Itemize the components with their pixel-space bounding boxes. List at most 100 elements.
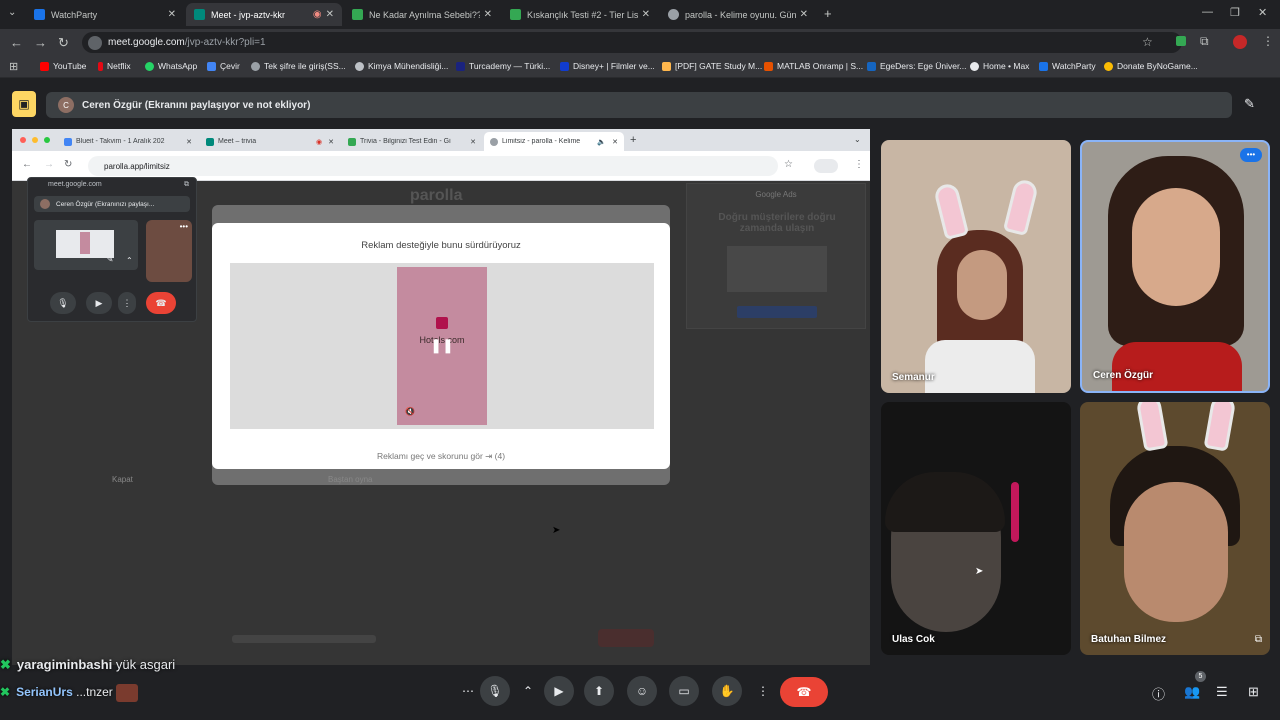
activities-grid-icon[interactable]: ⊞	[1248, 684, 1259, 700]
bookmark-label: Home • Max	[983, 61, 1030, 71]
tab-meet[interactable]: Meet - jvp-aztv-kkr ◉ ✕	[186, 3, 342, 26]
shared-tab: Trivia - Bilginizi Test Edin - Gi ✕	[342, 132, 482, 151]
shared-url-text: parolla.app/limitsiz	[104, 161, 170, 171]
watchparty-icon	[34, 9, 45, 20]
bookmark-item[interactable]: YouTube	[40, 61, 86, 71]
tab-kiskanclik[interactable]: Kıskançlık Testi #2 - Tier List, Kı ✕	[502, 3, 658, 26]
bookmark-item[interactable]: EgeDers: Ege Üniver...	[867, 61, 966, 71]
bookmark-item[interactable]: Netflix	[98, 61, 131, 71]
emoji-reactions-button[interactable]: ☺	[627, 676, 657, 706]
back-icon[interactable]: ←	[10, 35, 23, 50]
close-icon[interactable]: ✕	[326, 9, 334, 20]
bookmark-item[interactable]: Tek şifre ile giriş(SS...	[251, 61, 346, 71]
close-icon[interactable]: ✕	[800, 9, 808, 20]
bunny-ears-filter	[1203, 402, 1237, 452]
browser-menu-icon: ⋮	[854, 159, 864, 170]
parolla-logo: parolla	[410, 187, 463, 204]
close-icon[interactable]: ✕	[642, 9, 650, 20]
bookmark-label: Turcademy — Türki...	[469, 61, 551, 71]
browser-toolbar: ← → ↻ meet.google.com/jvp-aztv-kkr?pli=1…	[0, 29, 1280, 56]
tab-parolla[interactable]: parolla - Kelime oyunu. Günlük ✕	[660, 3, 816, 26]
pip-camera-button: ▶	[86, 292, 112, 314]
participant-tile-active[interactable]: ••• Ceren Özgür	[1080, 140, 1270, 393]
bookmark-item[interactable]: WatchParty	[1039, 61, 1096, 71]
pin-tile-icon[interactable]: ⧉	[1255, 634, 1262, 645]
pip-screen-ad	[80, 232, 90, 254]
donate-icon	[1104, 61, 1113, 71]
address-bar[interactable]: meet.google.com/jvp-aztv-kkr?pli=1	[82, 32, 1182, 53]
more-options-icon[interactable]: •••	[1240, 148, 1262, 162]
close-icon[interactable]: ✕	[484, 9, 492, 20]
bookmark-item[interactable]: [PDF] GATE Study M...	[662, 61, 762, 71]
extensions-puzzle-icon[interactable]: ⧉	[1200, 34, 1209, 49]
bookmark-item[interactable]: Kimya Mühendisliği...	[355, 61, 448, 71]
participant-body	[925, 340, 1035, 393]
mac-zoom-dot	[44, 137, 50, 143]
reload-icon[interactable]: ↻	[58, 35, 69, 51]
url-host: meet.google.com	[108, 37, 185, 48]
participant-tile[interactable]: Semanur	[881, 140, 1071, 393]
bookmark-item[interactable]: WhatsApp	[145, 61, 197, 71]
bookmark-item[interactable]: Donate ByNoGame...	[1104, 61, 1198, 71]
bookmark-item[interactable]: Turcademy — Türki...	[456, 61, 550, 71]
participant-name: Ulas Cok	[892, 634, 935, 645]
more-options-button[interactable]: ⋮	[748, 676, 778, 706]
trivia-icon	[348, 137, 356, 146]
chat-icon[interactable]: ☰	[1216, 684, 1228, 700]
tab-watchparty[interactable]: WatchParty ✕	[26, 3, 184, 26]
meeting-info-icon[interactable]: ⓘ	[1152, 684, 1165, 703]
tab-search-icon: ⌄	[854, 135, 861, 144]
calendar-icon	[64, 137, 72, 146]
tab-ne-kadar[interactable]: Ne Kadar Aynılma Sebebi?? #1 ✕	[344, 3, 500, 26]
mouse-cursor-icon: ➤	[975, 566, 984, 577]
bookmark-item[interactable]: Disney+ | Filmler ve...	[560, 61, 655, 71]
bookmark-item[interactable]: Home • Max	[970, 61, 1029, 71]
participant-tile[interactable]: ⧉ Batuhan Bilmez	[1080, 402, 1270, 655]
tab-search-icon[interactable]: ⌄	[8, 7, 16, 18]
participant-tile[interactable]: ➤ Ulas Cok	[881, 402, 1071, 655]
play-again-link: Baştan oyna	[328, 475, 373, 484]
bookmark-star-icon[interactable]: ☆	[1142, 35, 1153, 49]
bookmark-star-icon: ☆	[784, 159, 793, 170]
more-reactions-button[interactable]: ⋯	[453, 676, 483, 706]
extension-icon[interactable]	[1176, 36, 1186, 46]
shared-tab-title: Trivia - Bilginizi Test Edin - Gi	[360, 138, 451, 145]
audio-options-chevron[interactable]: ⌃	[518, 676, 538, 706]
bookmark-label: EgeDers: Ege Üniver...	[880, 61, 967, 71]
stream-chat-line: ✖ yaragiminbashi yük asgari	[0, 657, 175, 673]
minimize-button[interactable]: —	[1202, 6, 1213, 18]
microphone-button[interactable]: 🎙	[480, 676, 510, 706]
pip-expand-icon: ⧉	[184, 181, 189, 188]
end-call-button[interactable]: ☎	[780, 677, 828, 707]
annotate-pen-icon[interactable]: ✎	[1244, 96, 1255, 112]
close-icon[interactable]: ✕	[168, 9, 176, 20]
bookmark-item[interactable]: Çevir	[207, 61, 240, 71]
camera-button[interactable]: ▶	[544, 676, 574, 706]
participant-face	[957, 250, 1007, 320]
captions-button[interactable]: ▭	[669, 676, 699, 706]
profile-avatar[interactable]	[1233, 35, 1247, 49]
people-icon[interactable]: 👥	[1184, 684, 1200, 700]
present-screen-button[interactable]: ⬆	[584, 676, 614, 706]
tab-title: Meet - jvp-aztv-kkr	[211, 9, 286, 20]
raise-hand-button[interactable]: ✋	[712, 676, 742, 706]
presentation-banner-text: Ceren Özgür (Ekranını paylaşıyor ve not …	[82, 99, 311, 111]
apps-grid-icon[interactable]: ⊞	[9, 60, 18, 73]
presenter-avatar: C	[58, 97, 74, 113]
ad-video: Hotels.com ❚❚ 🔇	[397, 267, 487, 425]
presenter-avatar	[40, 199, 50, 209]
shared-address-bar: parolla.app/limitsiz	[88, 156, 778, 176]
bookmark-item[interactable]: MATLAB Onramp | S...	[764, 61, 863, 71]
new-tab-button[interactable]: +	[824, 6, 832, 21]
mac-close-dot	[20, 137, 26, 143]
forward-icon[interactable]: →	[34, 35, 47, 50]
pause-icon: ❚❚	[430, 337, 454, 353]
browser-menu-icon[interactable]: ⋮	[1262, 34, 1274, 48]
shared-tab-title: Limitsiz - parolla - Kelime	[502, 138, 581, 145]
bottom-hint-text	[232, 635, 376, 643]
site-info-icon[interactable]	[88, 35, 102, 50]
window-close-button[interactable]: ✕	[1258, 6, 1267, 19]
restore-button[interactable]: ❐	[1230, 6, 1240, 19]
meet-pip-window: meet.google.com ⧉ Ceren Özgür (Ekranınız…	[27, 177, 197, 322]
mac-minimize-dot	[32, 137, 38, 143]
